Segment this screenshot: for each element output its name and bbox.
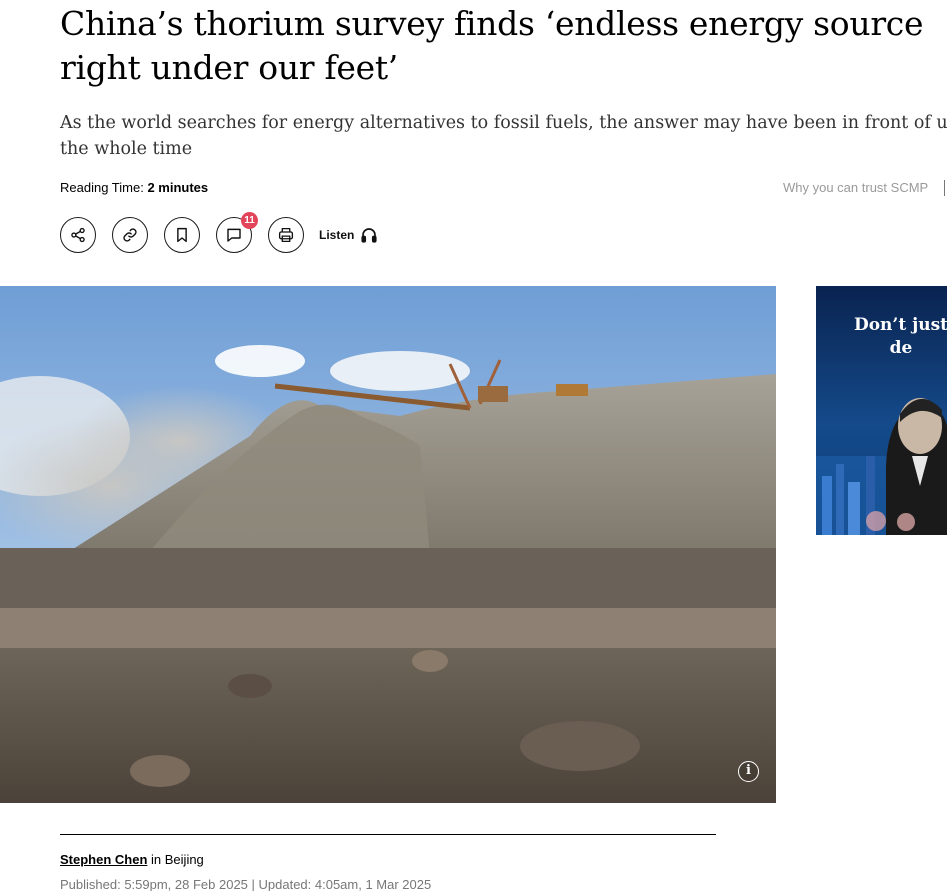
publish-date: Published: 5:59pm, 28 Feb 2025 | Updated… bbox=[60, 877, 432, 891]
comment-count-badge: 11 bbox=[241, 212, 258, 229]
trust-scmp-link[interactable]: Why you can trust SCMP bbox=[783, 180, 928, 195]
byline: Stephen Chen in Beijing bbox=[60, 852, 204, 867]
subheadline-line-1: As the world searches for energy alterna… bbox=[60, 113, 947, 133]
reading-time-label: Reading Time: bbox=[60, 180, 144, 195]
ad-line-1: Don’t just bbox=[853, 315, 947, 335]
bookmark-button[interactable] bbox=[164, 217, 200, 253]
author-link[interactable]: Stephen Chen bbox=[60, 852, 147, 867]
share-icon bbox=[71, 227, 85, 243]
article-headline: China’s thorium survey finds ‘endless en… bbox=[60, 4, 924, 87]
byline-location: in Beijing bbox=[151, 852, 204, 867]
subheadline-line-2: the whole time bbox=[60, 139, 193, 159]
ad-headline: Don’t just de bbox=[816, 314, 947, 360]
copy-link-button[interactable] bbox=[112, 217, 148, 253]
reading-time: Reading Time: 2 minutes bbox=[60, 180, 208, 195]
byline-divider bbox=[60, 834, 716, 835]
trust-divider bbox=[944, 180, 945, 196]
listen-button[interactable]: Listen bbox=[319, 226, 378, 244]
ad-line-2: de bbox=[889, 338, 913, 358]
link-icon bbox=[123, 228, 137, 242]
advertisement[interactable]: Don’t just de bbox=[816, 286, 947, 535]
print-icon bbox=[278, 227, 294, 243]
bookmark-icon bbox=[177, 227, 187, 243]
comments-button[interactable]: 11 bbox=[216, 212, 258, 253]
reading-time-value: 2 minutes bbox=[147, 180, 209, 195]
print-button[interactable] bbox=[268, 217, 304, 253]
comment-icon bbox=[227, 228, 241, 242]
headphones-icon bbox=[361, 228, 377, 243]
article-subheadline: As the world searches for energy alterna… bbox=[60, 110, 947, 162]
mine-photo bbox=[0, 286, 776, 803]
image-info-icon[interactable]: i bbox=[738, 761, 759, 782]
hero-image bbox=[0, 286, 776, 803]
share-button[interactable] bbox=[60, 217, 96, 253]
listen-label: Listen bbox=[319, 228, 355, 242]
